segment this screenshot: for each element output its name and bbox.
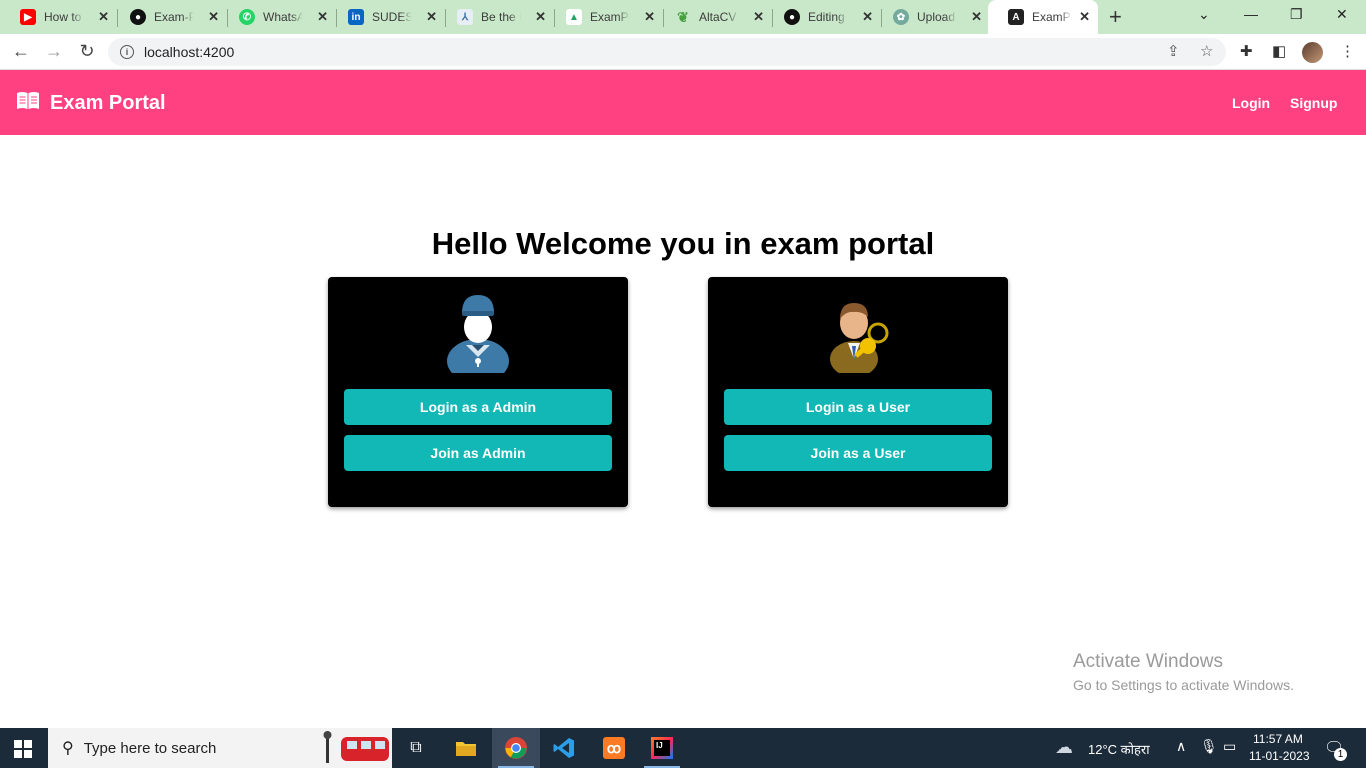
- browser-tab-strip: ▶ How to c ✕ ● Exam-Po ✕ ✆ WhatsAp ✕ in …: [0, 0, 1366, 34]
- github-icon: ●: [784, 9, 800, 25]
- vscode-icon[interactable]: [540, 728, 588, 768]
- whatsapp-icon: ✆: [239, 9, 255, 25]
- youtube-icon: ▶: [20, 9, 36, 25]
- reload-icon[interactable]: ↻: [76, 41, 98, 62]
- chatgpt-icon: ✿: [893, 9, 909, 25]
- side-panel-icon[interactable]: ◧: [1272, 42, 1286, 60]
- app-brand[interactable]: Exam Portal: [50, 92, 166, 115]
- show-hidden-icons-icon[interactable]: ∧: [1176, 738, 1186, 755]
- close-tab-icon[interactable]: ✕: [1079, 9, 1090, 25]
- metro-train-icon: [323, 731, 389, 763]
- tab-search-icon[interactable]: ⌄: [1198, 6, 1210, 23]
- xampp-icon[interactable]: ꝏ: [590, 728, 638, 768]
- browser-tab[interactable]: ▲ ExamPor ✕: [546, 4, 663, 30]
- close-tab-icon[interactable]: ✕: [862, 9, 873, 25]
- weather-text[interactable]: 12°C कोहरा: [1088, 740, 1150, 758]
- linkedin-icon: in: [348, 9, 364, 25]
- windows-start-icon[interactable]: [14, 740, 32, 758]
- browser-tab[interactable]: ❦ AltaCV | ✕: [655, 4, 772, 30]
- task-view-icon[interactable]: ⧉: [392, 728, 440, 768]
- github-icon: ●: [130, 9, 146, 25]
- google-drive-icon: ▲: [566, 9, 582, 25]
- menu-kebab-icon[interactable]: ⋮: [1340, 42, 1355, 60]
- user-join-button[interactable]: Join as a User: [724, 435, 992, 471]
- angular-icon: A: [1008, 9, 1024, 25]
- search-icon: ⚲: [62, 740, 74, 757]
- close-tab-icon[interactable]: ✕: [535, 9, 546, 25]
- site-icon: ⅄: [457, 9, 473, 25]
- close-tab-icon[interactable]: ✕: [98, 9, 109, 25]
- url-text: localhost:4200: [144, 44, 235, 60]
- admin-card: Login as a Admin Join as Admin: [328, 277, 628, 507]
- nav-signup-link[interactable]: Signup: [1290, 95, 1337, 111]
- browser-tab[interactable]: ✿ Upload | ✕: [873, 4, 990, 30]
- browser-tab-active[interactable]: A ExamPor ✕: [988, 0, 1098, 34]
- activate-windows-watermark: Activate Windows Go to Settings to activ…: [1073, 651, 1294, 693]
- page-title: Hello Welcome you in exam portal: [431, 226, 935, 261]
- user-login-button[interactable]: Login as a User: [724, 389, 992, 425]
- close-window-icon[interactable]: ✕: [1336, 6, 1348, 23]
- user-with-key-icon: [830, 303, 889, 373]
- weather-cloud-icon[interactable]: ☁: [1055, 737, 1073, 758]
- browser-tab[interactable]: ▶ How to c ✕: [0, 4, 117, 30]
- share-icon[interactable]: ⇪: [1167, 42, 1180, 60]
- nav-login-link[interactable]: Login: [1232, 95, 1270, 111]
- back-icon[interactable]: ←: [10, 41, 32, 62]
- close-tab-icon[interactable]: ✕: [426, 9, 437, 25]
- battery-icon[interactable]: ▭: [1223, 738, 1236, 755]
- profile-avatar[interactable]: [1302, 42, 1323, 63]
- bookmark-star-icon[interactable]: ☆: [1200, 42, 1213, 60]
- browser-tab[interactable]: ● Editing C ✕: [764, 4, 881, 30]
- admin-avatar-icon: [447, 295, 509, 373]
- close-tab-icon[interactable]: ✕: [208, 9, 219, 25]
- site-info-icon[interactable]: i: [120, 45, 134, 59]
- new-tab-icon[interactable]: +: [1109, 4, 1122, 30]
- notification-count-badge: 1: [1334, 748, 1347, 761]
- search-highlight-image[interactable]: [318, 728, 394, 768]
- file-explorer-icon[interactable]: [442, 728, 490, 768]
- close-tab-icon[interactable]: ✕: [971, 9, 982, 25]
- user-card: Login as a User Join as a User: [708, 277, 1008, 507]
- search-placeholder: Type here to search: [83, 739, 217, 757]
- close-tab-icon[interactable]: ✕: [644, 9, 655, 25]
- address-bar[interactable]: i localhost:4200: [108, 38, 1226, 66]
- restore-icon[interactable]: ❐: [1290, 6, 1303, 23]
- forward-icon[interactable]: →: [43, 41, 65, 62]
- close-tab-icon[interactable]: ✕: [317, 9, 328, 25]
- chrome-icon[interactable]: [492, 728, 540, 768]
- browser-tab[interactable]: ✆ WhatsAp ✕: [219, 4, 336, 30]
- browser-tab[interactable]: ● Exam-Po ✕: [110, 4, 227, 30]
- overleaf-icon: ❦: [677, 8, 689, 25]
- browser-toolbar: ← → ↻ i localhost:4200 ⇪ ☆ ✚ ◧ ⋮: [0, 34, 1366, 70]
- admin-login-button[interactable]: Login as a Admin: [344, 389, 612, 425]
- clock-time[interactable]: 11:57 AM: [1253, 732, 1303, 746]
- close-tab-icon[interactable]: ✕: [753, 9, 764, 25]
- intellij-icon[interactable]: IJ: [638, 728, 686, 768]
- browser-tab[interactable]: ⅄ Be the N ✕: [437, 4, 554, 30]
- windows-taskbar: ⚲ Type here to search ⧉ ꝏ IJ ☁ 12°C कोहर…: [0, 728, 1366, 768]
- app-navbar: Exam Portal Login Signup: [0, 70, 1366, 135]
- extensions-icon[interactable]: ✚: [1240, 42, 1253, 60]
- clock-date[interactable]: 11-01-2023: [1249, 749, 1310, 763]
- browser-tab[interactable]: in SUDESH ✕: [328, 4, 445, 30]
- microphone-icon[interactable]: 🎙: [1200, 738, 1218, 755]
- admin-join-button[interactable]: Join as Admin: [344, 435, 612, 471]
- book-icon: [17, 92, 39, 109]
- minimize-icon[interactable]: —: [1244, 6, 1258, 22]
